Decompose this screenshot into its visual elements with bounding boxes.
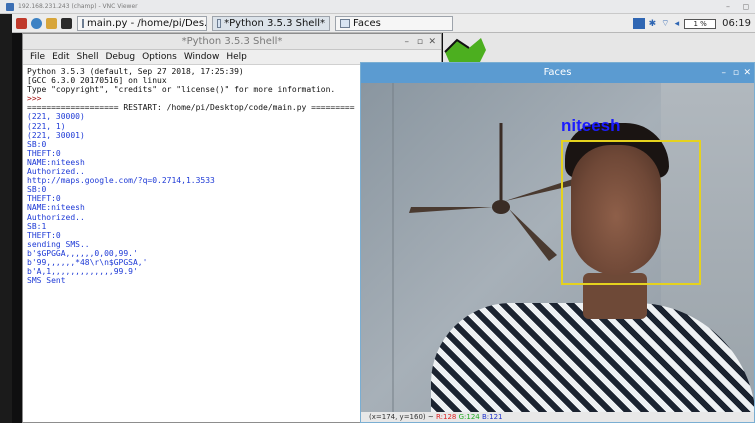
window-icon — [340, 18, 350, 28]
vnc-tray-icon[interactable] — [632, 18, 645, 29]
maximize-icon[interactable]: ▫ — [417, 34, 423, 50]
close-icon[interactable]: ✕ — [428, 34, 436, 50]
taskbar-button-label: Faces — [353, 17, 381, 29]
cpu-usage-meter: 1 % — [684, 18, 717, 29]
screenshot-root: 192.168.231.243 (champ) - VNC Viewer – ◻… — [0, 0, 755, 423]
system-tray: ✱ ⌔ ◂ 1 % 06:19 — [632, 14, 755, 33]
browser-icon[interactable] — [31, 17, 42, 29]
shell-window-title: *Python 3.5.3 Shell* — [181, 36, 283, 47]
red-value: R:128 — [435, 413, 457, 421]
vnc-titlebar: 192.168.231.243 (champ) - VNC Viewer – ◻ — [0, 0, 755, 14]
taskbar-button-shell[interactable]: *Python 3.5.3 Shell* — [212, 15, 330, 31]
menu-item-debug[interactable]: Debug — [105, 52, 135, 62]
menu-item-options[interactable]: Options — [142, 52, 177, 62]
blue-value: B:121 — [481, 413, 503, 421]
menu-item-window[interactable]: Window — [184, 52, 220, 62]
remote-desktop: main.py - /home/pi/Des... *Python 3.5.3 … — [12, 14, 755, 423]
raspberry-menu-icon[interactable] — [16, 17, 27, 29]
menu-item-edit[interactable]: Edit — [52, 52, 69, 62]
pixel-status-bar: (x=174, y=160) ~ R:128 G:124 B:121 — [361, 412, 754, 422]
faces-window-title: Faces — [543, 67, 572, 78]
menu-item-file[interactable]: File — [30, 52, 45, 62]
taskbar-button-label: *Python 3.5.3 Shell* — [224, 17, 325, 29]
camera-feed: niteesh — [361, 83, 754, 414]
clock[interactable]: 06:19 — [722, 18, 751, 29]
menu-item-help[interactable]: Help — [226, 52, 247, 62]
restore-icon[interactable]: ◻ — [737, 2, 755, 11]
taskbar-button-faces[interactable]: Faces — [335, 15, 453, 31]
face-name-label: niteesh — [561, 116, 621, 135]
maximize-icon[interactable]: ▫ — [733, 63, 739, 83]
taskbar: main.py - /home/pi/Des... *Python 3.5.3 … — [12, 14, 755, 33]
taskbar-button-main-py[interactable]: main.py - /home/pi/Des... — [77, 15, 207, 31]
green-value: G:124 — [458, 413, 480, 421]
face-detection-box — [561, 140, 701, 285]
terminal-icon[interactable] — [61, 17, 72, 29]
minimize-icon[interactable]: – — [405, 34, 410, 50]
faces-window: Faces – ▫ ✕ niteesh (x=174, y=160) ~ R:1… — [360, 62, 755, 423]
vnc-logo-icon — [6, 2, 14, 11]
minimize-icon[interactable]: – — [722, 63, 727, 83]
shell-titlebar[interactable]: *Python 3.5.3 Shell* – ▫ ✕ — [23, 34, 441, 50]
taskbar-button-label: main.py - /home/pi/Des... — [87, 17, 207, 29]
close-icon[interactable]: ✕ — [743, 63, 751, 83]
volume-icon[interactable]: ◂ — [675, 19, 680, 29]
file-manager-icon[interactable] — [46, 17, 57, 29]
faces-titlebar[interactable]: Faces – ▫ ✕ — [361, 63, 754, 83]
bluetooth-icon[interactable]: ✱ — [649, 19, 657, 29]
vnc-window-title: 192.168.231.243 (champ) - VNC Viewer — [18, 3, 138, 10]
cursor-coordinates: (x=174, y=160) ~ — [369, 413, 434, 421]
minimize-icon[interactable]: – — [719, 2, 737, 11]
window-icon — [82, 18, 84, 28]
wifi-icon[interactable]: ⌔ — [661, 18, 669, 29]
menu-item-shell[interactable]: Shell — [77, 52, 99, 62]
window-icon — [217, 18, 222, 28]
